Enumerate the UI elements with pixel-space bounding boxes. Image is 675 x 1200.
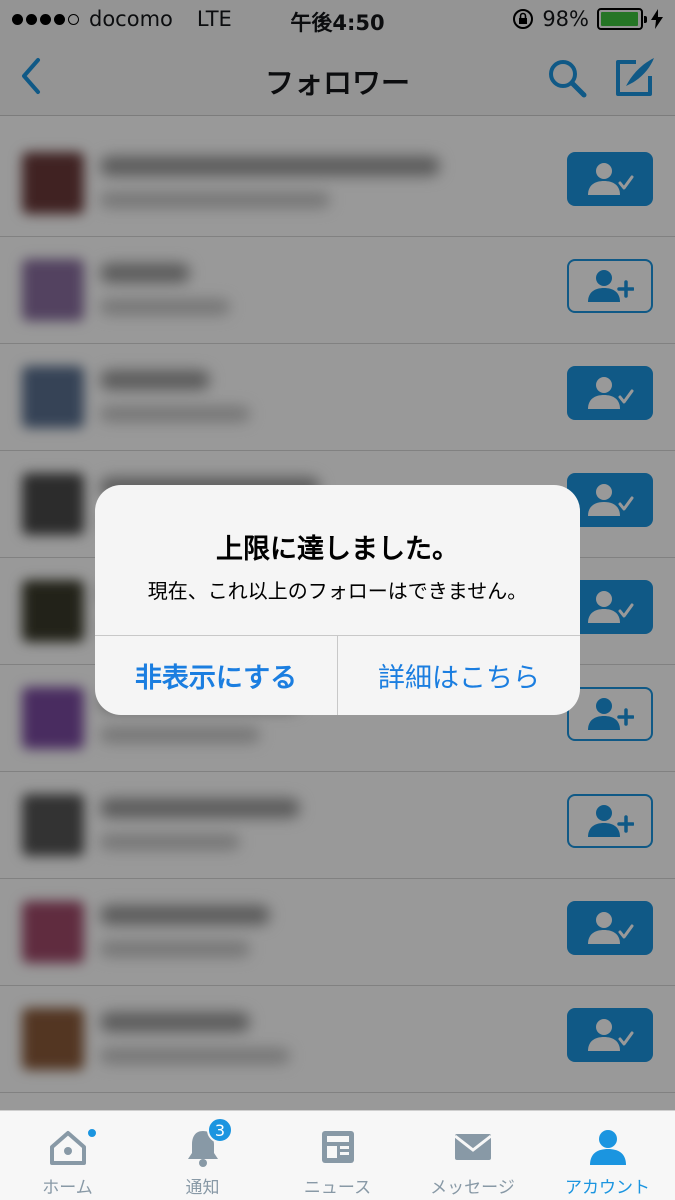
- tab-label: ホーム: [42, 1178, 93, 1198]
- person-icon: [589, 1130, 626, 1165]
- tab-label: 通知: [185, 1178, 220, 1198]
- tab-notifications[interactable]: 3 通知: [135, 1111, 270, 1200]
- notification-badge: 3: [207, 1117, 233, 1143]
- tab-home[interactable]: ホーム: [0, 1111, 135, 1200]
- tab-label: ニュース: [303, 1178, 372, 1198]
- new-content-dot: [86, 1127, 98, 1139]
- alert-actions: 非表示にする 詳細はこちら: [95, 635, 580, 715]
- alert-message: 現在、これ以上のフォローはできません。: [147, 579, 528, 603]
- limit-reached-alert: 上限に達しました。 現在、これ以上のフォローはできません。 非表示にする 詳細は…: [95, 485, 580, 715]
- envelope-icon: [453, 1134, 492, 1160]
- tab-news[interactable]: ニュース: [270, 1111, 405, 1200]
- home-icon: [49, 1131, 86, 1165]
- news-icon: [321, 1131, 354, 1163]
- tab-account[interactable]: アカウント: [540, 1111, 675, 1200]
- alert-title: 上限に達しました。: [216, 534, 459, 565]
- tab-label: アカウント: [565, 1178, 650, 1198]
- learn-more-button[interactable]: 詳細はこちら: [338, 636, 580, 715]
- tab-bar: ホーム 3 通知 ニュース メッセージ アカウント: [0, 1110, 675, 1200]
- dismiss-button[interactable]: 非表示にする: [95, 636, 338, 715]
- tab-messages[interactable]: メッセージ: [405, 1111, 540, 1200]
- tab-label: メッセージ: [430, 1178, 515, 1198]
